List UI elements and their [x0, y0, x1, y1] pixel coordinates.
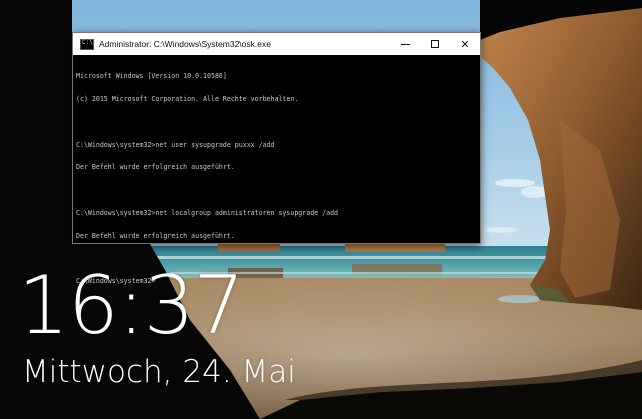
- console-line: Microsoft Windows [Version 10.0.10586]: [76, 72, 227, 81]
- window-controls: ✕: [390, 33, 480, 55]
- close-button[interactable]: ✕: [450, 33, 480, 55]
- console-line: (c) 2015 Microsoft Corporation. Alle Rec…: [76, 94, 299, 103]
- maximize-button[interactable]: [420, 33, 450, 55]
- window-title: Administrator: C:\Windows\System32\osk.e…: [99, 39, 271, 49]
- minimize-icon: [400, 43, 410, 45]
- console-line: Der Befehl wurde erfolgreich ausgeführt.: [76, 231, 235, 240]
- lockscreen-date: Mittwoch, 24. Mai: [22, 354, 296, 390]
- console-icon: [80, 38, 94, 50]
- console-line: Der Befehl wurde erfolgreich ausgeführt.: [76, 163, 235, 172]
- close-icon: ✕: [460, 37, 470, 51]
- maximize-icon: [431, 40, 439, 48]
- command-prompt-window[interactable]: Administrator: C:\Windows\System32\osk.e…: [72, 32, 481, 285]
- console-output[interactable]: Microsoft Windows [Version 10.0.10586] (…: [73, 55, 480, 301]
- console-line: C:\Windows\system32>net localgroup admin…: [76, 208, 339, 217]
- minimize-button[interactable]: [390, 33, 420, 55]
- window-titlebar[interactable]: Administrator: C:\Windows\System32\osk.e…: [73, 33, 480, 55]
- console-line: C:\Windows\system32>net user sysupgrade …: [76, 140, 275, 149]
- console-prompt[interactable]: C:\Windows\system32>: [76, 278, 476, 286]
